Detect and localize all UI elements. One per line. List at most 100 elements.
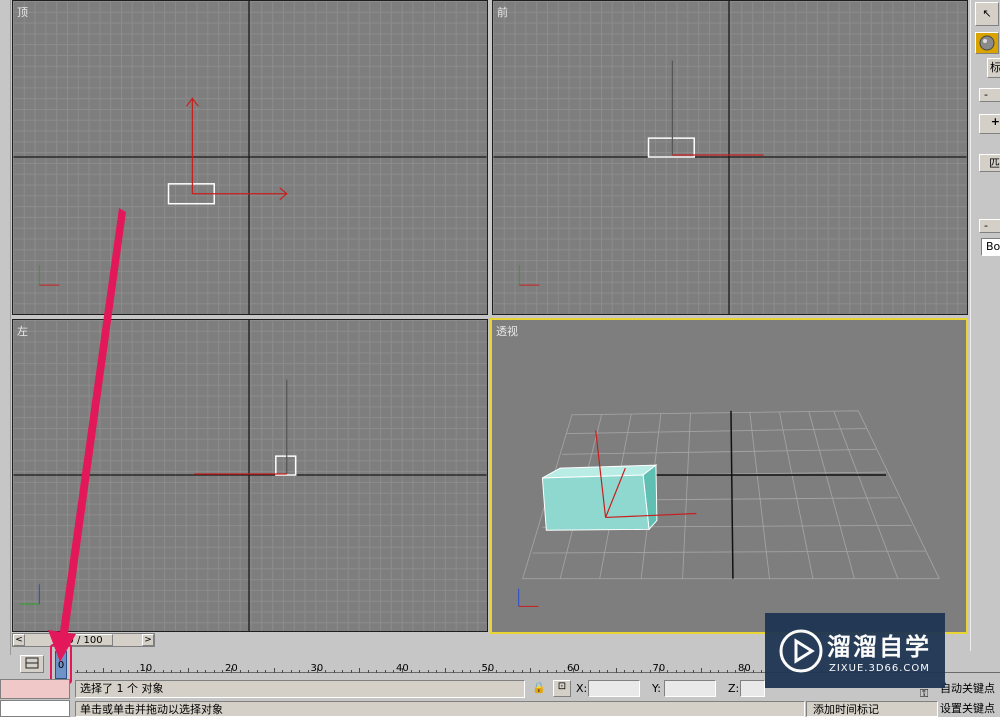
- trackbar-tick: [162, 670, 164, 673]
- trackbar-tick: [367, 670, 369, 673]
- trackbar-tick: [213, 670, 215, 673]
- time-slider[interactable]: < 0 / 100 >: [12, 633, 155, 647]
- viewport-front-scene: [493, 1, 967, 314]
- trackbar-tick: [496, 670, 498, 673]
- axis-tripod-front: [518, 265, 540, 286]
- trackbar-tick: [205, 670, 207, 673]
- frame-display: 0 / 100: [67, 635, 103, 646]
- trackbar-tick: [564, 670, 566, 673]
- rollout-collapse-button-2[interactable]: -: [979, 219, 1000, 233]
- add-time-tag-button[interactable]: 添加时间标记: [806, 701, 938, 717]
- trackbar-tick-label: 70: [652, 663, 666, 674]
- auto-key-button[interactable]: 自动关键点: [940, 680, 1000, 698]
- y-coordinate-field[interactable]: [664, 680, 716, 697]
- viewport-left-scene: [13, 320, 487, 631]
- viewport-top-scene: [13, 1, 487, 314]
- cursor-arrow-icon: ↖: [982, 7, 992, 20]
- select-tool-button[interactable]: ↖: [975, 2, 999, 26]
- trackbar-tick: [607, 670, 609, 673]
- trackbar-tick: [102, 668, 104, 673]
- trackbar-tick: [410, 670, 412, 673]
- trackbar-tick: [555, 670, 557, 673]
- trackbar-tick: [111, 670, 113, 673]
- watermark: 溜溜自学 ZIXUE.3D66.COM: [765, 613, 945, 688]
- trackbar-tick: [282, 670, 284, 673]
- trackbar-tick: [726, 670, 728, 673]
- trackbar-tick-label: 60: [567, 663, 580, 674]
- watermark-url: ZIXUE.3D66.COM: [829, 663, 930, 674]
- key-icon[interactable]: ⚿: [920, 687, 928, 701]
- z-coordinate-field[interactable]: [740, 680, 765, 697]
- absolute-mode-toggle[interactable]: ⊡: [553, 680, 571, 697]
- trackbar-tick: [470, 670, 472, 673]
- trackbar-tick: [384, 670, 386, 673]
- trackbar-tick-label: 30: [310, 663, 324, 674]
- trackbar-tick: [632, 670, 634, 673]
- trackbar-tick: [427, 670, 429, 673]
- crosshair-icon: ⊡: [557, 681, 567, 692]
- viewport-perspective-scene: [518, 410, 941, 607]
- trackbar-tick-label: 10: [139, 663, 153, 674]
- trackbar-tick: [128, 670, 130, 673]
- command-button-2[interactable]: 匹: [979, 154, 1000, 172]
- trackbar-tick: [299, 670, 301, 673]
- status-hint: 单击或单击并拖动以选择对象: [75, 701, 805, 717]
- create-geometry-button[interactable]: [975, 32, 999, 54]
- command-tab-button[interactable]: 标: [987, 58, 1000, 78]
- trackbar-tick: [684, 670, 686, 673]
- x-label: X:: [576, 682, 588, 695]
- trackbar-tick: [453, 670, 455, 673]
- trackbar-tick: [461, 670, 463, 673]
- trackbar-tick: [171, 670, 173, 673]
- trackbar-tick: [590, 670, 592, 673]
- trackbar-tick: [761, 670, 763, 673]
- trackbar-tick: [709, 670, 711, 673]
- command-panel: ↖ 标 - + 匹 - Box: [970, 0, 1000, 655]
- lock-selection-icon[interactable]: 🔒: [532, 681, 546, 694]
- trackbar-tick: [265, 670, 267, 673]
- listener-swatch[interactable]: [0, 679, 70, 699]
- trackbar-tick: [239, 670, 241, 673]
- trackbar-tick: [307, 670, 309, 673]
- trackbar-tick: [624, 670, 626, 673]
- z-label: Z:: [728, 682, 740, 695]
- x-coordinate-field[interactable]: [588, 680, 640, 697]
- rollout-collapse-button-1[interactable]: -: [979, 88, 1000, 102]
- axis-tripod-perspective: [518, 588, 539, 607]
- trackbar-tick: [222, 670, 224, 673]
- chevron-right-icon: >: [144, 635, 152, 645]
- trackbar-tick: [581, 670, 583, 673]
- prev-frame-button[interactable]: <: [13, 634, 25, 646]
- trackbar-tick: [77, 670, 79, 673]
- viewport-top[interactable]: 顶: [12, 0, 488, 315]
- axis-tripod-left: [19, 584, 40, 605]
- trackbar-tick: [94, 670, 96, 673]
- set-key-button[interactable]: 设置关键点: [940, 700, 1000, 717]
- mini-curve-editor-button[interactable]: [20, 655, 44, 673]
- trackbar-tick-label: 20: [225, 663, 238, 674]
- trackbar-tick: [248, 670, 250, 673]
- play-logo-icon: [779, 629, 823, 673]
- watermark-title: 溜溜自学: [827, 633, 931, 661]
- viewport-front[interactable]: 前: [492, 0, 968, 315]
- trackbar-tick: [752, 670, 754, 673]
- trackbar-tick: [692, 670, 694, 673]
- trackbar-tick: [333, 670, 335, 673]
- viewport-perspective[interactable]: 透视: [490, 318, 968, 634]
- next-frame-button[interactable]: >: [142, 634, 154, 646]
- trackbar-tick: [179, 670, 181, 673]
- add-button[interactable]: +: [979, 114, 1000, 134]
- curve-editor-icon: [25, 657, 39, 669]
- object-name-field[interactable]: Box: [981, 238, 1000, 256]
- listener-swatch-2[interactable]: [0, 700, 70, 717]
- box-object-front: [647, 137, 695, 158]
- trackbar-tick: [675, 670, 677, 673]
- trackbar-tick: [196, 670, 198, 673]
- trackbar-tick: [273, 668, 275, 673]
- trackbar-tick-label: 50: [481, 663, 495, 674]
- trackbar-tick: [649, 670, 651, 673]
- trackbar-tick: [718, 670, 720, 673]
- trackbar-tick: [325, 670, 327, 673]
- axis-tripod-top: [38, 265, 60, 286]
- viewport-left[interactable]: 左: [12, 319, 488, 632]
